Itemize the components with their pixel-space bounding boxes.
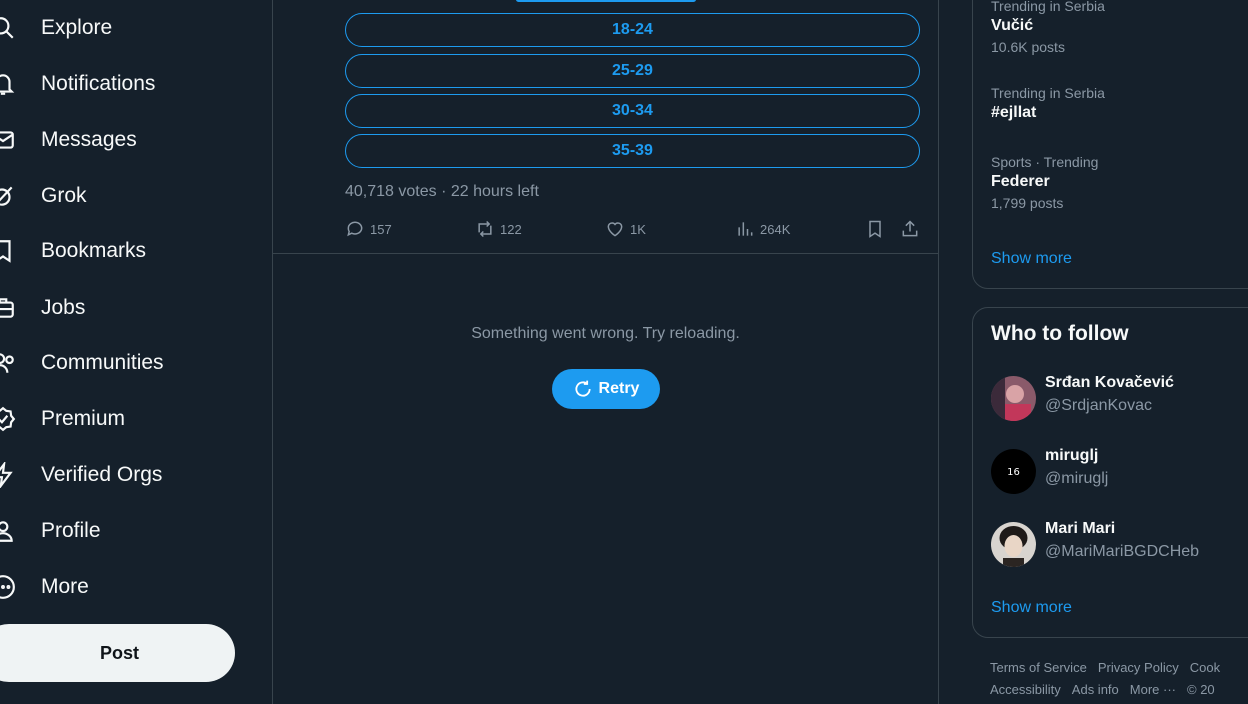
poll-option[interactable]: 25-29: [345, 54, 920, 88]
avatar: [991, 522, 1036, 567]
who-to-follow-panel: Who to follow Srđan Kovačević @SrdjanKov…: [972, 307, 1248, 638]
left-navigation: Explore Notifications Messages Grok Book…: [0, 0, 273, 704]
share-icon: [902, 220, 918, 237]
avatar: 16: [991, 449, 1036, 494]
trend-item[interactable]: Sports · Trending Federer 1,799 posts: [991, 153, 1098, 213]
copyright: © 20: [1187, 682, 1215, 697]
nav-communities-label: Communities: [41, 351, 164, 374]
nav-profile-label: Profile: [41, 519, 101, 542]
trend-name: Vučić: [991, 17, 1034, 34]
trend-context: Trending in Serbia: [991, 0, 1105, 14]
like-count: 1K: [630, 221, 646, 237]
ads-info-link[interactable]: Ads info: [1072, 682, 1119, 697]
trend-item[interactable]: Trending in Serbia #ejllat: [991, 84, 1105, 124]
more-circle-icon: [0, 574, 16, 600]
terms-link[interactable]: Terms of Service: [990, 660, 1087, 675]
post-button[interactable]: Post: [0, 624, 235, 682]
account-name: Srđan Kovačević: [1045, 374, 1174, 391]
trend-name: #ejllat: [991, 104, 1037, 121]
nav-explore-label: Explore: [41, 16, 113, 39]
avatar: [991, 376, 1036, 421]
account-name: miruglj: [1045, 447, 1099, 464]
poll-meta: 40,718 votes · 22 hours left: [345, 183, 539, 200]
nav-notifications-label: Notifications: [41, 72, 156, 95]
account-handle: @SrdjanKovac: [1045, 397, 1152, 414]
trends-show-more-link[interactable]: Show more: [991, 250, 1072, 268]
refresh-icon: [574, 380, 591, 397]
retry-label: Retry: [598, 380, 640, 397]
nav-bookmarks-label: Bookmarks: [41, 239, 147, 262]
trend-context: Sports · Trending: [991, 154, 1099, 170]
privacy-link[interactable]: Privacy Policy: [1098, 660, 1179, 675]
repost-button[interactable]: 122: [475, 218, 522, 240]
trend-context: Trending in Serbia: [991, 85, 1105, 101]
heart-icon: [607, 222, 623, 237]
verified-badge-icon: [0, 406, 16, 432]
share-button[interactable]: [900, 218, 925, 240]
who-to-follow-title: Who to follow: [991, 322, 1129, 345]
bookmark-icon: [869, 220, 881, 238]
poll-option[interactable]: 35-39: [345, 134, 920, 168]
error-message: Something went wrong. Try reloading.: [471, 325, 740, 342]
trend-name: Federer: [991, 173, 1050, 190]
follow-show-more-link[interactable]: Show more: [991, 599, 1072, 617]
nav-grok-label: Grok: [41, 184, 87, 207]
repost-icon: [478, 220, 492, 238]
bookmark-button[interactable]: [865, 218, 890, 240]
nav-premium-label: Premium: [41, 407, 126, 430]
reply-icon: [347, 221, 363, 237]
repost-count: 122: [500, 221, 522, 237]
nav-messages-label: Messages: [41, 128, 137, 151]
footer-links: Terms of Service Privacy Policy Cook Acces…: [990, 657, 1248, 701]
views-button[interactable]: 264K: [735, 218, 790, 240]
account-handle: @miruglj: [1045, 470, 1109, 487]
retry-button[interactable]: Retry: [552, 369, 660, 409]
account-name: Mari Mari: [1045, 520, 1116, 537]
trend-item[interactable]: Trending in Serbia Vučić 10.6K posts: [991, 0, 1105, 57]
bell-icon: [0, 71, 16, 97]
main-column: 18-24 25-29 30-34 35-39 40,718 votes · 2…: [273, 0, 939, 704]
briefcase-icon: [0, 295, 16, 321]
trend-posts: 1,799 posts: [991, 195, 1064, 211]
envelope-icon: [0, 127, 16, 153]
lightning-icon: [0, 462, 16, 488]
accessibility-link[interactable]: Accessibility: [990, 682, 1061, 697]
bookmark-icon: [0, 238, 16, 264]
account-handle: @MariMariBGDCHeb: [1045, 543, 1200, 560]
poll-option[interactable]: 18-24: [345, 13, 920, 47]
trends-panel: Trending in Serbia Vučić 10.6K posts Tre…: [972, 0, 1248, 289]
reply-button[interactable]: 157: [345, 218, 392, 240]
nav-verified-orgs-label: Verified Orgs: [41, 463, 163, 486]
search-icon: [0, 15, 16, 41]
view-count: 264K: [760, 221, 791, 237]
svg-text:16: 16: [1007, 467, 1020, 478]
people-icon: [0, 350, 16, 376]
footer-more-link[interactable]: More ···: [1130, 682, 1176, 697]
nav-more-label: More: [41, 575, 89, 598]
poll-option[interactable]: 30-34: [345, 94, 920, 128]
person-icon: [0, 518, 16, 544]
analytics-icon: [738, 222, 753, 236]
reply-count: 157: [370, 221, 392, 237]
trend-posts: 10.6K posts: [991, 39, 1065, 55]
like-button[interactable]: 1K: [605, 218, 646, 240]
divider: [273, 253, 938, 254]
grok-icon: [0, 183, 16, 209]
cookie-link[interactable]: Cook: [1190, 660, 1220, 675]
nav-jobs-label: Jobs: [41, 296, 86, 319]
poll-result-bar: [516, 0, 696, 2]
